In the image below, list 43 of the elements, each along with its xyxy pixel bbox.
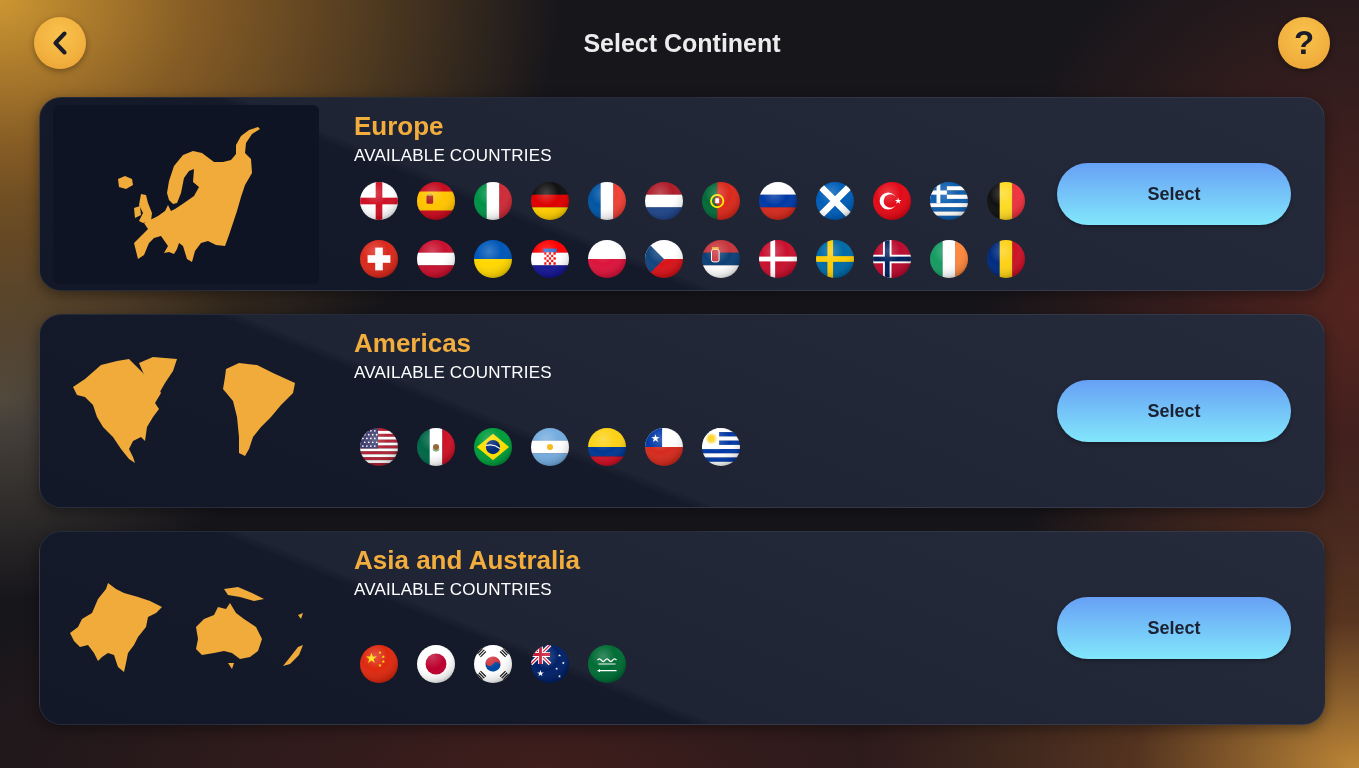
- ireland-flag-icon: [930, 240, 968, 278]
- greece-flag-icon: [930, 182, 968, 220]
- denmark-flag-icon: [759, 240, 797, 278]
- scotland-flag-icon: [816, 182, 854, 220]
- belgium-flag-icon: [987, 182, 1025, 220]
- germany-flag-icon: [531, 182, 569, 220]
- argentina-flag-icon: [531, 428, 569, 466]
- england-flag-icon: [360, 182, 398, 220]
- help-button[interactable]: ?: [1278, 17, 1330, 69]
- australia-flag-icon: [531, 645, 569, 683]
- continent-title: Asia and Australia: [354, 544, 581, 576]
- italy-flag-icon: [474, 182, 512, 220]
- ukraine-flag-icon: [474, 240, 512, 278]
- sweden-flag-icon: [816, 240, 854, 278]
- saudi-flag-icon: [588, 645, 626, 683]
- select-button[interactable]: Select: [1057, 163, 1291, 225]
- select-button[interactable]: Select: [1057, 380, 1291, 442]
- continent-title: Europe: [354, 110, 445, 142]
- spain-flag-icon: [417, 182, 455, 220]
- netherlands-flag-icon: [645, 182, 683, 220]
- turkey-flag-icon: [873, 182, 911, 220]
- china-flag-icon: [360, 645, 398, 683]
- croatia-flag-icon: [531, 240, 569, 278]
- continent-title: Americas: [354, 327, 473, 359]
- usa-flag-icon: [360, 428, 398, 466]
- chile-flag-icon: [645, 428, 683, 466]
- mexico-flag-icon: [417, 428, 455, 466]
- serbia-flag-icon: [702, 240, 740, 278]
- back-button[interactable]: [34, 17, 86, 69]
- available-countries-label: AVAILABLE COUNTRIES: [354, 145, 553, 167]
- austria-flag-icon: [417, 240, 455, 278]
- romania-flag-icon: [987, 240, 1025, 278]
- colombia-flag-icon: [588, 428, 626, 466]
- page-title: Select Continent: [583, 28, 781, 58]
- france-flag-icon: [588, 182, 626, 220]
- brazil-flag-icon: [474, 428, 512, 466]
- portugal-flag-icon: [702, 182, 740, 220]
- chevron-left-icon: [52, 31, 68, 55]
- available-countries-label: AVAILABLE COUNTRIES: [354, 579, 553, 601]
- available-countries-label: AVAILABLE COUNTRIES: [354, 362, 553, 384]
- norway-flag-icon: [873, 240, 911, 278]
- switzerland-flag-icon: [360, 240, 398, 278]
- select-button[interactable]: Select: [1057, 597, 1291, 659]
